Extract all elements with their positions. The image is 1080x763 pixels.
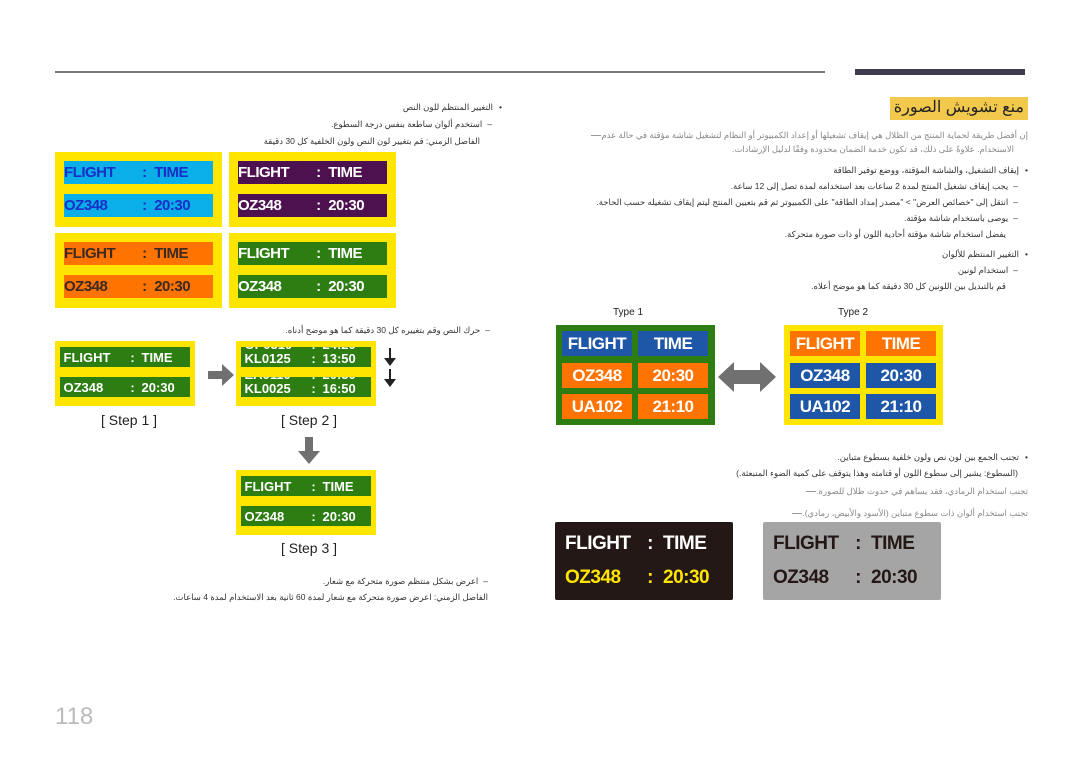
type2-cell: TIME [866, 331, 936, 356]
sign-green: FLIGHT: TIME OZ348:20:30 [229, 233, 396, 308]
text-color-section: التغيير المنتظم للون النص استخدم ألوان س… [82, 99, 502, 150]
arrow-down-icon [298, 437, 320, 464]
contrast-sub: (السطوع: يشير إلى سطوع اللون أو قتامته و… [736, 468, 1018, 478]
type2-board: FLIGHT TIME OZ348 20:30 UA102 21:10 [784, 325, 943, 425]
type2-cell: 20:30 [866, 363, 936, 388]
step3-sign: FLIGHT: TIME OZ348:20:30 [236, 470, 376, 535]
arrow-down-icon [384, 348, 396, 387]
power-dash-1: يجب إيقاف تشغيل المنتج لمدة 2 ساعات بعد … [548, 178, 1018, 194]
page-number: 118 [55, 703, 94, 730]
step1-label: [ Step 1 ] [101, 412, 158, 428]
swap-arrow-icon [718, 362, 776, 392]
note-dash-icon [792, 513, 803, 515]
note-dash-icon [806, 491, 817, 493]
logo-section: اعرض بشكل منتظم صورة متحركة مع شعار. الف… [68, 573, 488, 605]
color-dash: استخدام لونين [548, 262, 1018, 278]
type1-cell: 21:10 [638, 394, 708, 419]
type1-cell: 20:30 [638, 363, 708, 388]
logo-sub: الفاصل الزمني: اعرض صورة متحركة مع شعار … [173, 592, 488, 602]
sign-purple: FLIGHT: TIME OZ348:20:30 [229, 152, 396, 227]
sign-blue: FLIGHT: TIME OZ348:20:30 [55, 152, 222, 227]
power-section: إيقاف التشغيل، والشاشة المؤقتة، ووضع توف… [548, 162, 1028, 294]
contrast-bullet: تجنب الجمع بين لون نص ولون خلفية بسطوع م… [548, 449, 1028, 465]
sign-orange: FLIGHT: TIME OZ348:20:30 [55, 233, 222, 308]
power-bullet: إيقاف التشغيل، والشاشة المؤقتة، ووضع توف… [548, 162, 1028, 178]
type1-cell: OZ348 [562, 363, 632, 388]
step3-label: [ Step 3 ] [281, 540, 338, 556]
text-color-bullet: التغيير المنتظم للون النص [82, 99, 502, 116]
dark-board: FLIGHT : TIME OZ348 : 20:30 [555, 522, 733, 600]
power-dash-2: انتقل إلى "خصائص العرض" > "مصدر إمداد ال… [548, 194, 1018, 210]
step2-sign: OP0310:24:20 KL0125:13:50 EA0110:20:30 K… [236, 341, 376, 406]
text-color-dash: استخدم ألوان ساطعة بنفس درجة السطوع. [82, 116, 492, 133]
color-bullet: التغيير المنتظم للألوان [548, 246, 1028, 262]
step1-sign: FLIGHT: TIME OZ348:20:30 [55, 341, 195, 406]
move-text-dash: حرك النص وقم بتغييره كل 30 دقيقة كما هو … [90, 322, 490, 338]
header-rule [55, 71, 825, 73]
header-tab-bar [855, 69, 1025, 75]
text-color-sub: الفاصل الزمني: قم بتغيير لون النص ولون ا… [263, 136, 480, 146]
gray-note: تجنب استخدام الرمادي، فقد يساهم في حدوث … [548, 484, 1028, 520]
intro-note: إن أفضل طريقة لحماية المنتج من الظلال هي… [548, 128, 1028, 156]
type2-cell: 21:10 [866, 394, 936, 419]
type2-cell: FLIGHT [790, 331, 860, 356]
color-sub: قم بالتبديل بين اللونين كل 30 دقيقة كما … [811, 281, 1006, 291]
type1-cell: FLIGHT [562, 331, 632, 356]
type1-label: Type 1 [613, 307, 644, 318]
logo-dash: اعرض بشكل منتظم صورة متحركة مع شعار. [68, 573, 488, 589]
type2-cell: UA102 [790, 394, 860, 419]
type2-cell: OZ348 [790, 363, 860, 388]
section-title: منع تشويش الصورة [889, 97, 1028, 120]
note-dash-icon [591, 135, 602, 137]
contrast-section: تجنب الجمع بين لون نص ولون خلفية بسطوع م… [548, 449, 1028, 481]
type1-cell: TIME [638, 331, 708, 356]
gray-board: FLIGHT : TIME OZ348 : 20:30 [763, 522, 941, 600]
step2-label: [ Step 2 ] [281, 412, 338, 428]
type1-board: FLIGHT TIME OZ348 20:30 UA102 21:10 [556, 325, 715, 425]
power-dash-3: يوصى باستخدام شاشة مؤقتة. [548, 210, 1018, 226]
type1-cell: UA102 [562, 394, 632, 419]
type2-label: Type 2 [838, 307, 869, 318]
arrow-right-icon [208, 364, 234, 386]
power-sub: يفضل استخدام شاشة مؤقتة أحادية اللون أو … [784, 229, 1006, 239]
